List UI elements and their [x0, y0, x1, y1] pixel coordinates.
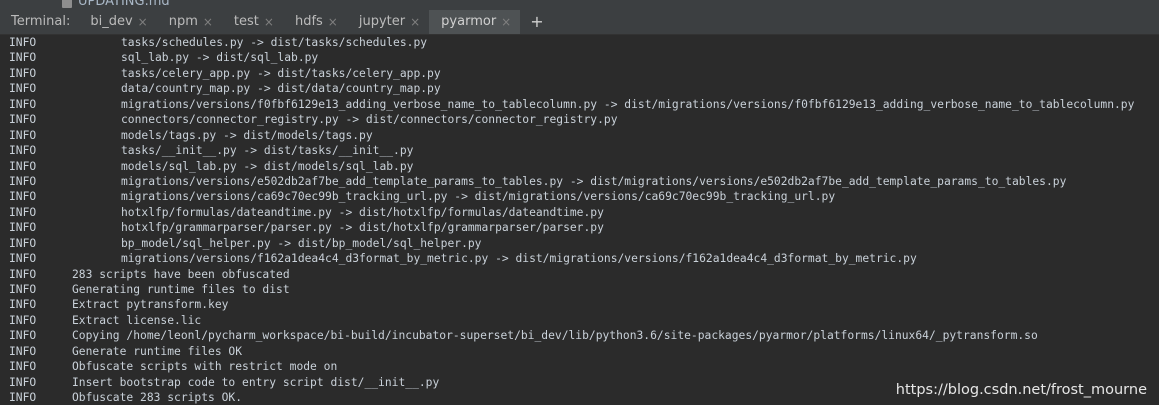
log-level: INFO: [9, 159, 37, 173]
log-message: migrations/versions/e502db2af7be_add_tem…: [121, 174, 1067, 188]
watermark: https://blog.csdn.net/frost_mourne: [895, 382, 1147, 398]
log-level: INFO: [9, 128, 37, 142]
log-message: hotxlfp/formulas/dateandtime.py -> dist/…: [121, 205, 604, 219]
tab-test[interactable]: test ×: [222, 10, 283, 34]
log-level: INFO: [9, 190, 37, 204]
log-message: bp_model/sql_helper.py -> dist/bp_model/…: [121, 236, 482, 250]
log-level: INFO: [9, 82, 37, 96]
log-level: INFO: [9, 66, 37, 80]
log-message: migrations/versions/f162a1dea4c4_d3forma…: [121, 252, 917, 266]
log-level: INFO: [9, 252, 37, 266]
tab-label: hdfs: [294, 14, 323, 29]
tab-npm[interactable]: npm ×: [157, 10, 222, 34]
log-message: Generating runtime files to dist: [72, 283, 290, 296]
log-line: INFO migrations/versions/ca69c70ec99b_tra…: [0, 189, 1159, 204]
log-line: INFO sql_lab.py -> dist/sql_lab.py: [0, 50, 1159, 65]
log-line: INFO 283 scripts have been obfuscated: [0, 267, 1159, 282]
log-line: INFO connectors/connector_registry.py -> …: [0, 112, 1159, 127]
log-level: INFO: [9, 283, 37, 296]
log-level: INFO: [9, 36, 37, 49]
background-file-name: UPDATING.md: [78, 0, 170, 9]
tab-pyarmor[interactable]: pyarmor ×: [429, 10, 521, 34]
log-line: INFO Generate runtime files OK: [0, 344, 1159, 359]
add-tab-button[interactable]: +: [520, 10, 553, 34]
log-line: INFO Extract pytransform.key: [0, 297, 1159, 312]
log-line: INFO Generating runtime files to dist: [0, 282, 1159, 297]
terminal-label: Terminal:: [11, 14, 71, 29]
log-message: Obfuscate scripts with restrict mode on: [72, 360, 338, 374]
log-message: migrations/versions/f0fbf6129e13_adding_…: [121, 97, 1135, 111]
log-message: connectors/connector_registry.py -> dist…: [121, 113, 618, 127]
log-line: INFO Extract license.lic: [0, 313, 1159, 328]
tab-label: test: [233, 14, 259, 29]
log-message: models/tags.py -> dist/models/tags.py: [121, 128, 373, 142]
log-message: hotxlfp/grammarparser/parser.py -> dist/…: [121, 221, 604, 235]
log-message: Copying /home/leonl/pycharm_workspace/bi…: [72, 329, 1038, 343]
log-level: INFO: [9, 236, 37, 250]
log-message: sql_lab.py -> dist/sql_lab.py: [121, 51, 319, 65]
log-level: INFO: [9, 329, 37, 343]
tab-label: jupyter: [358, 14, 406, 29]
log-level: INFO: [9, 375, 37, 389]
log-line: INFO hotxlfp/formulas/dateandtime.py -> d…: [0, 205, 1159, 220]
log-message: Insert bootstrap code to entry script di…: [72, 375, 440, 389]
tab-jupyter[interactable]: jupyter ×: [347, 10, 429, 34]
log-message: Extract pytransform.key: [72, 298, 229, 312]
close-icon[interactable]: ×: [328, 10, 338, 34]
log-level: INFO: [9, 298, 37, 312]
log-level: INFO: [9, 360, 37, 374]
close-icon[interactable]: ×: [410, 10, 420, 34]
log-level: INFO: [9, 313, 37, 327]
log-line: INFO data/country_map.py -> dist/data/cou…: [0, 81, 1159, 96]
background-file-tab[interactable]: UPDATING.md: [62, 0, 170, 9]
file-icon: [62, 0, 72, 8]
log-level: INFO: [9, 97, 37, 111]
tab-bi-dev[interactable]: bi_dev ×: [78, 10, 156, 34]
log-message: migrations/versions/ca69c70ec99b_trackin…: [121, 190, 836, 204]
tab-label: npm: [168, 14, 198, 29]
log-message: Obfuscate 283 scripts OK.: [72, 391, 243, 405]
close-icon[interactable]: ×: [203, 10, 213, 34]
tab-hdfs[interactable]: hdfs ×: [283, 10, 347, 34]
log-line: INFO tasks/__init__.py -> dist/tasks/__in…: [0, 143, 1159, 158]
log-line: INFO models/sql_lab.py -> dist/models/sql…: [0, 159, 1159, 174]
log-level: INFO: [9, 344, 37, 358]
log-message: Extract license.lic: [72, 313, 202, 327]
close-icon[interactable]: ×: [501, 10, 511, 34]
log-line: INFO Obfuscate scripts with restrict mode…: [0, 359, 1159, 374]
log-level: INFO: [9, 144, 37, 158]
log-message: tasks/schedules.py -> dist/tasks/schedul…: [121, 36, 428, 49]
log-level: INFO: [9, 221, 37, 235]
log-line: INFO Copying /home/leonl/pycharm_workspac…: [0, 328, 1159, 343]
log-level: INFO: [9, 174, 37, 188]
log-level: INFO: [9, 205, 37, 219]
log-line: INFO tasks/celery_app.py -> dist/tasks/ce…: [0, 66, 1159, 81]
terminal-tabs: bi_dev × npm × test × hdfs × jupyter × pyarmor ×: [78, 10, 521, 34]
terminal-tab-bar: Terminal: bi_dev × npm × test × hdfs × jupyter × p…: [0, 10, 1159, 35]
log-level: INFO: [9, 51, 37, 65]
log-message: 283 scripts have been obfuscated: [72, 267, 290, 281]
log-level: INFO: [9, 113, 37, 127]
close-icon[interactable]: ×: [138, 10, 148, 34]
log-line: INFO migrations/versions/f162a1dea4c4_d3f…: [0, 251, 1159, 266]
log-message: Generate runtime files OK: [72, 344, 243, 358]
log-message: tasks/celery_app.py -> dist/tasks/celery…: [121, 66, 441, 80]
log-message: data/country_map.py -> dist/data/country…: [121, 82, 441, 96]
log-line: INFO hotxlfp/grammarparser/parser.py -> d…: [0, 220, 1159, 235]
log-line: INFO migrations/versions/f0fbf6129e13_add…: [0, 97, 1159, 112]
log-line: INFO bp_model/sql_helper.py -> dist/bp_mo…: [0, 236, 1159, 251]
editor-tab-strip: UPDATING.md: [0, 0, 1159, 10]
log-line: INFO models/tags.py -> dist/models/tags.p…: [0, 128, 1159, 143]
log-line: INFO migrations/versions/e502db2af7be_add…: [0, 174, 1159, 189]
terminal-output[interactable]: INFO tasks/schedules.py -> dist/tasks/sch…: [0, 35, 1159, 405]
log-line: INFO tasks/schedules.py -> dist/tasks/sch…: [0, 35, 1159, 50]
log-level: INFO: [9, 391, 37, 405]
tab-label: pyarmor: [441, 14, 497, 29]
log-message: models/sql_lab.py -> dist/models/sql_lab…: [121, 159, 414, 173]
log-level: INFO: [9, 267, 37, 281]
close-icon[interactable]: ×: [264, 10, 274, 34]
tab-label: bi_dev: [90, 14, 133, 29]
log-message: tasks/__init__.py -> dist/tasks/__init__…: [121, 144, 414, 158]
